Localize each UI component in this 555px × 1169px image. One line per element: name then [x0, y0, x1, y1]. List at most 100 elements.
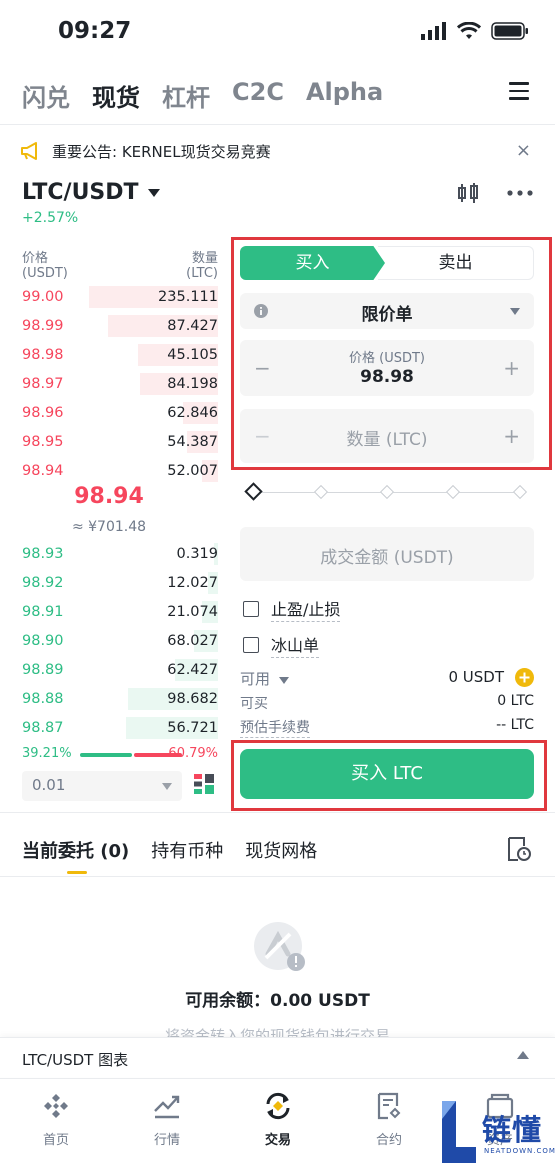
- row-price: 98.89: [22, 662, 64, 678]
- qty-unit: (LTC): [186, 266, 218, 281]
- row-price: 98.94: [22, 463, 64, 479]
- order-type-value: 限价单: [361, 305, 413, 325]
- row-price: 98.98: [22, 347, 64, 363]
- price-value: 98.98: [360, 367, 414, 387]
- row-price: 98.88: [22, 691, 64, 707]
- bid-row[interactable]: 98.88 98.682: [0, 687, 218, 711]
- bid-row[interactable]: 98.91 21.074: [0, 600, 218, 624]
- signal-icon: [421, 22, 446, 40]
- slider-handle[interactable]: [244, 482, 263, 501]
- pair-actions: [457, 182, 533, 204]
- row-qty: 235.111: [158, 289, 218, 305]
- tp-sl-checkbox[interactable]: 止盈/止损: [243, 596, 341, 622]
- watermark-sub: NEATDOWN.COM: [484, 1147, 555, 1155]
- tab-alpha[interactable]: Alpha: [306, 78, 383, 113]
- precision-select[interactable]: 0.01: [22, 771, 182, 801]
- transfer-hint: 将资金转入您的现货钱包进行交易: [164, 1027, 390, 1037]
- sell-tab[interactable]: 卖出: [378, 246, 534, 280]
- ask-row[interactable]: 98.95 54.387: [0, 430, 218, 454]
- tab-margin[interactable]: 杠杆: [162, 78, 210, 113]
- bid-row[interactable]: 98.87 56.721: [0, 716, 218, 740]
- ask-row[interactable]: 98.98 45.105: [0, 343, 218, 367]
- slider-stop-75[interactable]: [445, 484, 461, 500]
- ask-row[interactable]: 98.96 62.846: [0, 401, 218, 425]
- row-qty: 12.027: [167, 575, 218, 591]
- order-type-select[interactable]: 限价单: [240, 293, 534, 329]
- futures-icon: [377, 1092, 401, 1120]
- bid-row[interactable]: 98.92 12.027: [0, 571, 218, 595]
- fee-row: 预估手续费 -- LTC: [240, 717, 534, 738]
- order-tabs: 当前委托 (0) 持有币种 现货网格: [22, 837, 317, 863]
- ask-row[interactable]: 98.99 87.427: [0, 314, 218, 338]
- order-history-icon[interactable]: [507, 836, 531, 862]
- chart-drawer[interactable]: LTC/USDT 图表: [0, 1037, 555, 1077]
- row-price: 98.91: [22, 604, 64, 620]
- slider-stop-25[interactable]: [313, 484, 329, 500]
- menu-icon[interactable]: [509, 82, 529, 100]
- qty-placeholder: 数量 (LTC): [346, 430, 428, 450]
- tabs-divider: [0, 876, 555, 877]
- tab-open-orders[interactable]: 当前委托 (0): [22, 837, 129, 863]
- bid-row[interactable]: 98.90 68.027: [0, 629, 218, 653]
- tab-c2c[interactable]: C2C: [232, 78, 284, 113]
- row-qty: 54.387: [167, 434, 218, 450]
- tab-spot-grid[interactable]: 现货网格: [245, 837, 317, 863]
- buy-ratio: 39.21%: [22, 746, 72, 761]
- home-icon: [44, 1094, 68, 1118]
- row-qty: 0.319: [176, 546, 218, 562]
- price-increase-button[interactable]: +: [503, 356, 520, 380]
- tp-sl-label: 止盈/止损: [271, 596, 341, 622]
- kline-chart-icon[interactable]: [457, 182, 479, 204]
- buy-ratio-bar: [80, 753, 132, 757]
- chevron-up-icon: [517, 1051, 529, 1059]
- side-tabs: 买入 卖出: [240, 246, 534, 280]
- announcement-bar[interactable]: 重要公告: KERNEL现货交易竞赛: [20, 137, 535, 165]
- nav-markets-label: 行情: [153, 1133, 180, 1148]
- nav-markets[interactable]: 行情: [132, 1091, 202, 1148]
- row-price: 98.97: [22, 376, 64, 392]
- bid-row[interactable]: 98.89 62.427: [0, 658, 218, 682]
- tab-holdings[interactable]: 持有币种: [151, 837, 223, 863]
- nav-trade[interactable]: 交易: [243, 1091, 313, 1148]
- ask-row[interactable]: 98.97 84.198: [0, 372, 218, 396]
- nav-futures[interactable]: 合约: [354, 1091, 424, 1148]
- slider-stop-100[interactable]: [512, 484, 528, 500]
- ask-row[interactable]: 98.94 52.007: [0, 459, 218, 483]
- can-buy-label: 可买: [240, 696, 268, 712]
- caret-down-icon[interactable]: [278, 677, 289, 684]
- can-buy-row: 可买 0 LTC: [240, 693, 534, 713]
- row-price: 98.90: [22, 633, 64, 649]
- sell-ratio: 60.79%: [168, 746, 218, 761]
- bid-row[interactable]: 98.93 0.319: [0, 542, 218, 566]
- announcement-text: 重要公告: KERNEL现货交易竞赛: [52, 142, 271, 161]
- ask-row[interactable]: 99.00 235.111: [0, 285, 218, 309]
- watermark-logo: 链懂 NEATDOWN.COM: [438, 1099, 555, 1165]
- tab-spot[interactable]: 现货: [92, 78, 140, 113]
- row-price: 98.93: [22, 546, 64, 562]
- buy-ltc-button[interactable]: 买入 LTC: [240, 749, 534, 799]
- slider-stop-50[interactable]: [379, 484, 395, 500]
- total-input[interactable]: 成交金额 (USDT): [240, 527, 534, 581]
- tab-convert[interactable]: 闪兑: [22, 78, 70, 113]
- quantity-input[interactable]: − 数量 (LTC) +: [240, 409, 534, 463]
- pair-selector[interactable]: LTC/USDT: [22, 180, 161, 205]
- announcement-close-icon[interactable]: ×: [516, 140, 531, 161]
- amount-slider[interactable]: [244, 482, 528, 501]
- iceberg-checkbox[interactable]: 冰山单: [243, 632, 320, 658]
- markets-icon: [154, 1095, 180, 1119]
- total-placeholder: 成交金额 (USDT): [320, 548, 454, 568]
- section-divider: [0, 812, 555, 813]
- add-funds-icon[interactable]: [515, 668, 534, 687]
- checkbox-icon[interactable]: [243, 601, 259, 617]
- qty-increase-button[interactable]: +: [503, 424, 520, 448]
- row-qty: 87.427: [167, 318, 218, 334]
- price-input[interactable]: − 价格 (USDT) 98.98 +: [240, 340, 534, 396]
- more-icon[interactable]: [507, 190, 533, 196]
- checkbox-icon[interactable]: [243, 637, 259, 653]
- orderbook-layout-icon[interactable]: [193, 773, 215, 795]
- nav-futures-label: 合约: [375, 1133, 402, 1148]
- buy-tab[interactable]: 买入: [240, 246, 385, 280]
- available-label: 可用: [240, 670, 271, 688]
- nav-home[interactable]: 首页: [21, 1091, 91, 1148]
- fee-label: 预估手续费: [240, 720, 310, 738]
